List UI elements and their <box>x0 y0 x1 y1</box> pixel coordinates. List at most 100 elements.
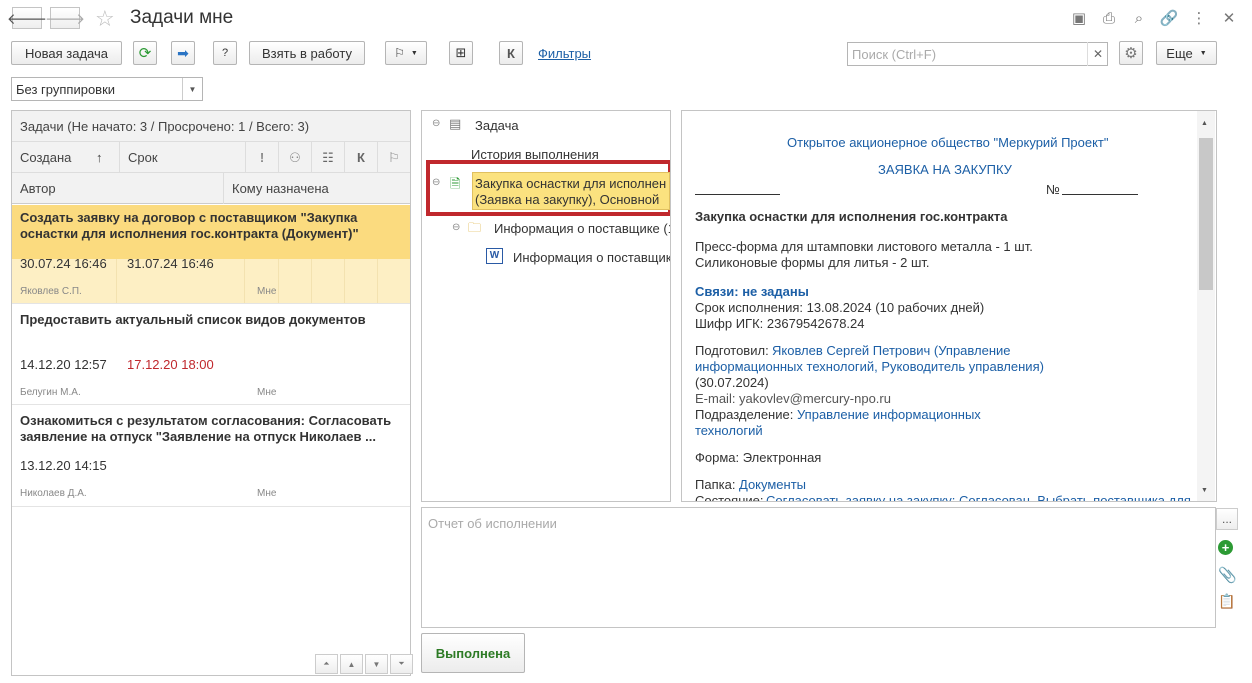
take-to-work-button[interactable]: Взять в работу <box>249 41 365 65</box>
task-title[interactable]: Предоставить актуальный список видов док… <box>20 312 400 328</box>
attach-icon[interactable]: 📎 <box>1218 566 1237 584</box>
help-button[interactable]: ? <box>213 41 237 65</box>
flag-icon[interactable]: ⚐ <box>378 142 410 173</box>
chevron-down-icon: ▼ <box>1199 49 1207 57</box>
doc-folder-link[interactable]: Документы <box>739 477 806 493</box>
forward-button[interactable]: 🡒 <box>45 7 85 29</box>
doc-heading: ЗАЯВКА НА ЗАКУПКУ <box>878 162 1012 177</box>
task-list-header: Создана ↑ Срок ! ⚇ ☷ К ⚐ <box>12 142 410 173</box>
task-summary: Задачи (Не начато: 3 / Просрочено: 1 / В… <box>12 111 410 142</box>
collapse-icon[interactable]: ⊖ <box>452 222 460 233</box>
collapse-icon[interactable]: ⊖ <box>432 177 440 188</box>
doc-code: Шифр ИГК: 23679542678.24 <box>695 316 865 331</box>
task-list-subheader: Автор Кому назначена <box>12 173 410 204</box>
doc-scroll-thumb[interactable] <box>1199 138 1213 290</box>
column-assignee[interactable]: Кому назначена <box>224 173 410 204</box>
tree-item-line1: Закупка оснастки для исполнен <box>475 176 667 191</box>
column-created[interactable]: Создана ↑ <box>12 142 120 173</box>
task-created: 13.12.20 14:15 <box>20 458 107 473</box>
link-icon[interactable]: 🔗 <box>1160 9 1179 27</box>
filters-link[interactable]: Фильтры <box>538 46 591 61</box>
document-check-icon: 🗎 <box>450 176 461 191</box>
word-doc-icon: W <box>486 248 503 264</box>
task-author: Николаев Д.А. <box>20 488 87 499</box>
report-input[interactable]: Отчет об исполнении <box>421 507 1216 628</box>
search-input[interactable]: Поиск (Ctrl+F) <box>847 42 1108 66</box>
scroll-down-icon[interactable]: ▼ <box>1201 487 1208 494</box>
task-tree: ⊖ ▤ Задача История выполнения ⊖ 🗎 Закупк… <box>421 110 671 502</box>
report-more-button[interactable]: ... <box>1216 508 1238 530</box>
more-label: Еще <box>1166 45 1193 61</box>
new-task-button[interactable]: Новая задача <box>11 41 122 65</box>
doc-prepared-label: Подготовил: <box>695 343 769 358</box>
task-title[interactable]: Ознакомиться с результатом согласования:… <box>20 413 400 445</box>
column-created-label: Создана <box>20 150 72 165</box>
save-icon[interactable]: ▣ <box>1070 9 1088 27</box>
hierarchy-icon[interactable]: ☷ <box>312 142 345 173</box>
doc-deadline: Срок исполнения: 13.08.2024 (10 рабочих … <box>695 300 985 315</box>
chevron-down-icon[interactable]: ▼ <box>182 78 202 100</box>
doc-prepared-link[interactable]: информационных технологий, Руководитель … <box>695 359 1044 375</box>
doc-folder-label: Папка: <box>695 477 736 492</box>
doc-links[interactable]: Связи: не заданы <box>695 284 809 300</box>
arrow-right-icon: 🡒 <box>44 10 86 28</box>
more-button[interactable]: Еще ▼ <box>1156 41 1217 65</box>
column-k[interactable]: К <box>345 142 378 173</box>
doc-dept-link[interactable]: Управление информационных <box>797 407 981 423</box>
document-preview: Открытое акционерное общество "Меркурий … <box>681 110 1217 502</box>
tree-add-button[interactable]: ⊞ <box>449 41 473 65</box>
status-icon[interactable]: ⚇ <box>279 142 312 173</box>
tree-supplier-folder[interactable]: Информация о поставщике (1 <box>494 221 670 236</box>
task-list: Задачи (Не начато: 3 / Просрочено: 1 / В… <box>11 110 413 676</box>
importance-icon[interactable]: ! <box>246 142 279 173</box>
task-assignee: Мне <box>257 387 277 398</box>
doc-subject: Закупка оснастки для исполнения гос.конт… <box>695 209 1008 224</box>
arrow-left-icon: 🡐 <box>6 10 48 28</box>
tree-add-icon: ⊞ <box>455 45 467 60</box>
tree-supplier-doc[interactable]: Информация о поставщик <box>513 250 670 265</box>
doc-state-link[interactable]: Согласовать заявку на закупку: Согласова… <box>766 493 1191 501</box>
tree-task[interactable]: Задача <box>475 118 519 133</box>
scroll-top-icon[interactable]: ⏶ <box>315 654 338 674</box>
column-due[interactable]: Срок <box>120 142 246 173</box>
doc-dept-link[interactable]: технологий <box>695 423 763 439</box>
refresh-button[interactable]: ⟳ <box>133 41 157 65</box>
close-icon[interactable]: ✕ <box>1220 9 1238 27</box>
favorite-star-icon[interactable]: ☆ <box>95 6 115 32</box>
doc-prepared-date: (30.07.2024) <box>695 375 769 390</box>
doc-date-line <box>695 194 780 195</box>
doc-item: Силиконовые формы для литья - 2 шт. <box>695 255 930 270</box>
doc-number-label: № <box>1046 182 1060 197</box>
add-icon[interactable]: + <box>1218 540 1233 555</box>
scroll-bottom-icon[interactable]: ⏷ <box>390 654 413 674</box>
question-icon: ? <box>221 47 229 59</box>
back-button[interactable]: 🡐 <box>7 7 47 29</box>
k-button[interactable]: К <box>499 41 523 65</box>
scroll-up-icon[interactable]: ▲ <box>1201 120 1208 127</box>
preview-icon[interactable]: ⌕ <box>1130 9 1148 27</box>
scroll-up-icon[interactable]: ▲ <box>340 654 363 674</box>
print-icon[interactable]: ⎙ <box>1100 9 1118 27</box>
settings-button[interactable]: ⚙ <box>1119 41 1143 65</box>
clear-search-icon[interactable]: ✕ <box>1087 42 1108 66</box>
done-button[interactable]: Выполнена <box>421 633 525 673</box>
collapse-icon[interactable]: ⊖ <box>432 118 440 129</box>
scroll-down-icon[interactable]: ▼ <box>365 654 388 674</box>
doc-email: E-mail: yakovlev@mercury-npo.ru <box>695 391 891 406</box>
sort-asc-icon: ↑ <box>96 150 103 165</box>
doc-org: Открытое акционерное общество "Меркурий … <box>787 135 1109 150</box>
tree-item-line2: (Заявка на закупку), Основной <box>475 192 660 207</box>
task-author: Яковлев С.П. <box>20 286 82 297</box>
task-assignee: Мне <box>257 286 277 297</box>
column-author[interactable]: Автор <box>12 173 224 204</box>
more-vertical-icon[interactable]: ⋮ <box>1190 9 1208 27</box>
doc-prepared-link[interactable]: Яковлев Сергей Петрович (Управление <box>772 343 1011 359</box>
paste-icon[interactable]: 📋 <box>1218 593 1235 610</box>
flag-dropdown-button[interactable]: ⚐ ▼ <box>385 41 427 65</box>
forward-task-button[interactable]: ➡ <box>171 41 195 65</box>
grouping-value: Без группировки <box>16 82 116 97</box>
task-author: Белугин М.А. <box>20 387 81 398</box>
folder-icon: 🗀 <box>468 220 482 235</box>
grouping-select[interactable]: Без группировки ▼ <box>11 77 203 101</box>
task-due-overdue: 17.12.20 18:00 <box>127 357 214 372</box>
